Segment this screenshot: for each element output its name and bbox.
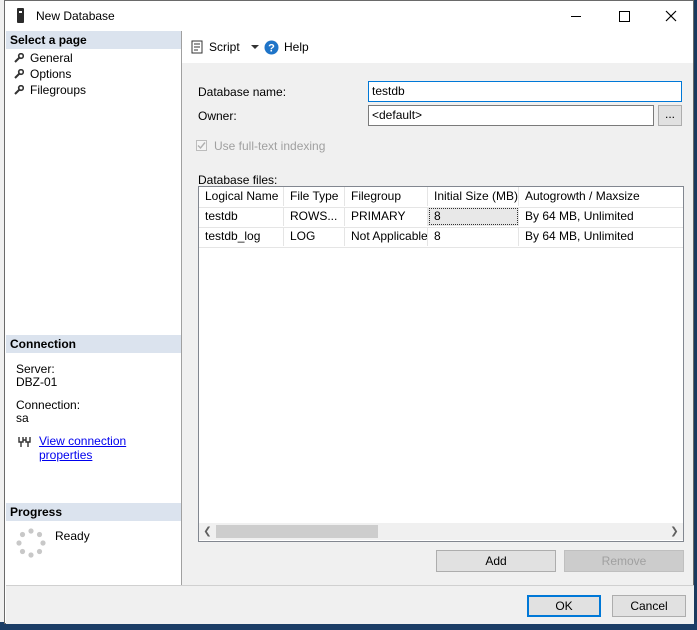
- scroll-left-icon[interactable]: ❮: [199, 524, 216, 539]
- page-item-general[interactable]: General: [14, 50, 73, 66]
- fulltext-label: Use full-text indexing: [214, 139, 326, 153]
- owner-browse-button[interactable]: ...: [658, 105, 682, 126]
- database-files-label: Database files:: [198, 173, 278, 187]
- maximize-icon: [618, 10, 630, 22]
- column-header[interactable]: Filegroup: [345, 187, 428, 206]
- page-item-label: Filegroups: [30, 83, 87, 97]
- page-item-label: General: [30, 51, 73, 65]
- table-cell[interactable]: PRIMARY: [345, 207, 428, 226]
- owner-input[interactable]: <default>: [368, 105, 654, 126]
- help-button[interactable]: ? Help: [264, 39, 309, 55]
- page-item-options[interactable]: Options: [14, 66, 71, 82]
- remove-button[interactable]: Remove: [564, 550, 684, 572]
- table-cell[interactable]: LOG: [284, 227, 345, 246]
- progress-spinner-icon: [16, 528, 46, 558]
- checkmark-icon: [197, 142, 206, 150]
- scrollbar-thumb[interactable]: [216, 525, 378, 538]
- toolbar: Script ? Help: [182, 31, 693, 63]
- select-page-header: Select a page: [6, 31, 181, 49]
- minimize-button[interactable]: [553, 1, 599, 31]
- table-cell[interactable]: By 64 MB, Unlimited: [519, 227, 683, 246]
- server-label: Server:: [16, 362, 55, 376]
- view-connection-properties-link[interactable]: View connection properties: [39, 434, 181, 462]
- script-button[interactable]: Script: [190, 39, 260, 55]
- database-files-grid[interactable]: Logical Name File Type Filegroup Initial…: [198, 186, 684, 542]
- column-header[interactable]: Initial Size (MB): [428, 187, 519, 206]
- close-icon: [665, 10, 677, 22]
- chevron-down-icon[interactable]: [250, 44, 260, 50]
- plug-icon: [18, 437, 31, 447]
- ok-button[interactable]: OK: [527, 595, 601, 617]
- column-header[interactable]: Logical Name: [199, 187, 284, 206]
- new-database-dialog: New Database Select a page General Optio…: [4, 0, 694, 624]
- help-icon: ?: [264, 40, 279, 54]
- cancel-button[interactable]: Cancel: [612, 595, 686, 617]
- wrench-icon: [14, 53, 24, 63]
- dialog-footer: OK Cancel: [6, 585, 694, 624]
- help-label: Help: [284, 40, 309, 54]
- connection-label: Connection:: [16, 398, 81, 412]
- table-row[interactable]: testdb ROWS... PRIMARY 8 By 64 MB, Unlim…: [199, 207, 683, 228]
- script-icon: [191, 40, 203, 54]
- wrench-icon: [14, 69, 24, 79]
- progress-header: Progress: [6, 503, 181, 521]
- database-name-label: Database name:: [198, 85, 287, 99]
- column-header[interactable]: Autogrowth / Maxsize: [519, 187, 683, 206]
- table-row[interactable]: testdb_log LOG Not Applicable 8 By 64 MB…: [199, 227, 683, 248]
- left-pane: Select a page General Options Filegroups…: [6, 31, 182, 585]
- connection-header: Connection: [6, 335, 181, 353]
- table-cell[interactable]: testdb_log: [199, 227, 284, 246]
- scroll-right-icon[interactable]: ❯: [666, 524, 683, 539]
- table-cell[interactable]: By 64 MB, Unlimited: [519, 207, 683, 226]
- column-header[interactable]: File Type: [284, 187, 345, 206]
- script-label: Script: [209, 40, 240, 54]
- grid-header-row: Logical Name File Type Filegroup Initial…: [199, 187, 683, 208]
- page-item-label: Options: [30, 67, 72, 81]
- svg-text:?: ?: [268, 42, 275, 54]
- horizontal-scrollbar[interactable]: ❮ ❯: [199, 523, 683, 540]
- window-title: New Database: [36, 9, 115, 23]
- server-value: DBZ-01: [16, 375, 58, 389]
- page-item-filegroups[interactable]: Filegroups: [14, 82, 86, 98]
- general-page-content: Database name: testdb Owner: <default> .…: [182, 63, 693, 585]
- fulltext-checkbox[interactable]: [196, 140, 207, 151]
- table-cell[interactable]: 8: [428, 227, 519, 246]
- app-icon: [17, 8, 24, 23]
- table-cell[interactable]: testdb: [199, 207, 284, 226]
- minimize-icon: [571, 15, 581, 17]
- table-cell[interactable]: 8: [428, 207, 519, 226]
- table-cell[interactable]: Not Applicable: [345, 227, 428, 246]
- database-name-input[interactable]: testdb: [368, 81, 682, 102]
- maximize-button[interactable]: [601, 1, 647, 31]
- add-button[interactable]: Add: [436, 550, 556, 572]
- wrench-icon: [14, 85, 24, 95]
- close-button[interactable]: [648, 1, 694, 31]
- connection-value: sa: [16, 411, 29, 425]
- progress-status: Ready: [55, 529, 90, 543]
- owner-label: Owner:: [198, 109, 237, 123]
- title-bar: New Database: [5, 1, 693, 31]
- table-cell[interactable]: ROWS...: [284, 207, 345, 226]
